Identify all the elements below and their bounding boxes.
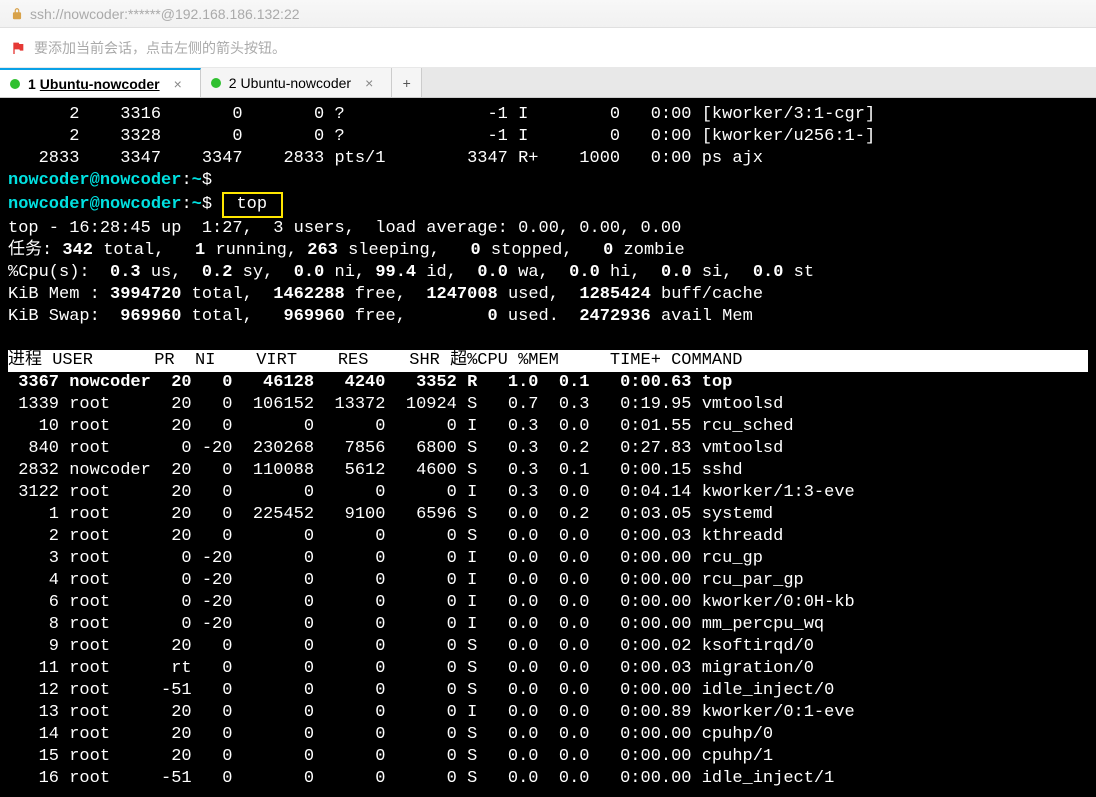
highlighted-command: top: [222, 192, 283, 218]
process-row: 3122 root 20 0 0 0 0 I 0.3 0.0 0:04.14 k…: [8, 482, 1088, 504]
process-row: 16 root -51 0 0 0 0 S 0.0 0.0 0:00.00 id…: [8, 768, 1088, 790]
terminal-line: 2 3328 0 0 ? -1 I 0 0:00 [kworker/u256:1…: [8, 126, 1088, 148]
process-row: 14 root 20 0 0 0 0 S 0.0 0.0 0:00.00 cpu…: [8, 724, 1088, 746]
process-row: 6 root 0 -20 0 0 0 I 0.0 0.0 0:00.00 kwo…: [8, 592, 1088, 614]
flag-icon: [10, 40, 26, 56]
terminal-line: 2 3316 0 0 ? -1 I 0 0:00 [kworker/3:1-cg…: [8, 104, 1088, 126]
process-row: 10 root 20 0 0 0 0 I 0.3 0.0 0:01.55 rcu…: [8, 416, 1088, 438]
terminal-line: [8, 328, 1088, 350]
process-row: 4 root 0 -20 0 0 0 I 0.0 0.0 0:00.00 rcu…: [8, 570, 1088, 592]
process-row: 13 root 20 0 0 0 0 I 0.0 0.0 0:00.89 kwo…: [8, 702, 1088, 724]
process-row: 15 root 20 0 0 0 0 S 0.0 0.0 0:00.00 cpu…: [8, 746, 1088, 768]
tab-strip: 1 Ubuntu-nowcoder × 2 Ubuntu-nowcoder × …: [0, 68, 1096, 98]
address-text: ssh://nowcoder:******@192.168.186.132:22: [30, 6, 300, 22]
tab-title: Ubuntu-nowcoder: [241, 75, 352, 91]
tab-num: 1: [28, 76, 36, 92]
process-row: 1 root 20 0 225452 9100 6596 S 0.0 0.2 0…: [8, 504, 1088, 526]
process-row: 2832 nowcoder 20 0 110088 5612 4600 S 0.…: [8, 460, 1088, 482]
terminal-line: nowcoder@nowcoder:~$: [8, 170, 1088, 192]
tab-2[interactable]: 2 Ubuntu-nowcoder ×: [201, 68, 393, 97]
tab-1[interactable]: 1 Ubuntu-nowcoder ×: [0, 68, 201, 97]
terminal-line: KiB Swap: 969960 total, 969960 free, 0 u…: [8, 306, 1088, 328]
close-icon[interactable]: ×: [365, 75, 373, 91]
terminal-line: 2833 3347 3347 2833 pts/1 3347 R+ 1000 0…: [8, 148, 1088, 170]
tab-title: Ubuntu-nowcoder: [40, 76, 160, 92]
process-row: 2 root 20 0 0 0 0 S 0.0 0.0 0:00.03 kthr…: [8, 526, 1088, 548]
terminal-line: %Cpu(s): 0.3 us, 0.2 sy, 0.0 ni, 99.4 id…: [8, 262, 1088, 284]
address-bar[interactable]: ssh://nowcoder:******@192.168.186.132:22: [0, 0, 1096, 28]
process-row: 9 root 20 0 0 0 0 S 0.0 0.0 0:00.02 ksof…: [8, 636, 1088, 658]
terminal-line: nowcoder@nowcoder:~$ top: [8, 192, 1088, 218]
close-icon[interactable]: ×: [174, 76, 182, 92]
terminal-line: KiB Mem : 3994720 total, 1462288 free, 1…: [8, 284, 1088, 306]
process-row: 3 root 0 -20 0 0 0 I 0.0 0.0 0:00.00 rcu…: [8, 548, 1088, 570]
process-row: 11 root rt 0 0 0 0 S 0.0 0.0 0:00.03 mig…: [8, 658, 1088, 680]
hint-text: 要添加当前会话，点击左侧的箭头按钮。: [34, 38, 286, 58]
process-row: 12 root -51 0 0 0 0 S 0.0 0.0 0:00.00 id…: [8, 680, 1088, 702]
process-row: 840 root 0 -20 230268 7856 6800 S 0.3 0.…: [8, 438, 1088, 460]
terminal-line: top - 16:28:45 up 1:27, 3 users, load av…: [8, 218, 1088, 240]
lock-icon: [10, 7, 24, 21]
tab-num: 2: [229, 75, 237, 91]
terminal[interactable]: 2 3316 0 0 ? -1 I 0 0:00 [kworker/3:1-cg…: [0, 98, 1096, 797]
process-row: 8 root 0 -20 0 0 0 I 0.0 0.0 0:00.00 mm_…: [8, 614, 1088, 636]
status-dot-icon: [211, 78, 221, 88]
status-dot-icon: [10, 79, 20, 89]
process-row: 3367 nowcoder 20 0 46128 4240 3352 R 1.0…: [8, 372, 1088, 394]
process-row: 1339 root 20 0 106152 13372 10924 S 0.7 …: [8, 394, 1088, 416]
add-tab-button[interactable]: +: [392, 68, 422, 97]
hint-bar: 要添加当前会话，点击左侧的箭头按钮。: [0, 28, 1096, 68]
terminal-line: 任务: 342 total, 1 running, 263 sleeping, …: [8, 240, 1088, 262]
process-header: 进程 USER PR NI VIRT RES SHR 超%CPU %MEM TI…: [8, 350, 1088, 372]
